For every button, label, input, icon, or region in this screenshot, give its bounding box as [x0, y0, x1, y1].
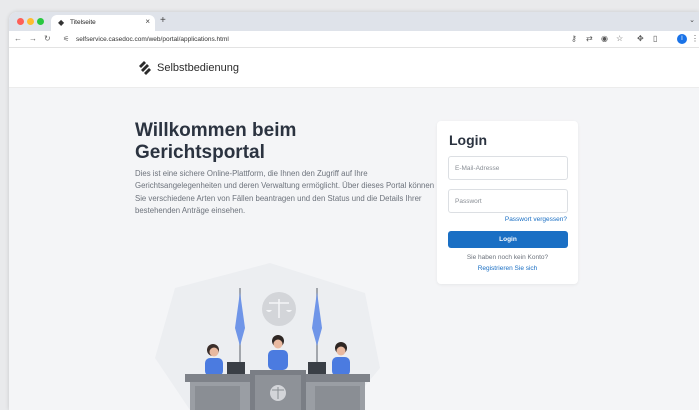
url-text[interactable]: selfservice.casedoc.com/web/portal/appli… [76, 35, 229, 44]
minimize-window-button[interactable] [27, 18, 34, 25]
sidebar-icon[interactable]: ▯ [653, 34, 657, 44]
reload-icon[interactable]: ↻ [44, 34, 51, 44]
site-header: Selbstbedienung [9, 48, 699, 88]
email-field[interactable] [448, 156, 568, 180]
forgot-password-link[interactable]: Passwort vergessen? [505, 216, 567, 224]
tab-titelseite[interactable]: ◆ Titelseite × [51, 15, 155, 31]
courtroom-illustration [155, 263, 380, 410]
page-title: Willkommen beim Gerichtsportal [135, 120, 297, 163]
password-field[interactable] [448, 189, 568, 213]
toolbar: ← → ↻ ⚟ selfservice.casedoc.com/web/port… [9, 31, 699, 48]
more-vert-icon[interactable]: ⋮ [691, 34, 699, 44]
register-link[interactable]: Registrieren Sie sich [437, 265, 578, 273]
scales-emblem [262, 292, 296, 326]
tab-title: Titelseite [70, 19, 96, 26]
eye-icon[interactable]: ◉ [601, 34, 608, 44]
avatar[interactable]: I [677, 34, 687, 44]
logo-icon: ◆ [58, 18, 65, 27]
close-tab-button[interactable]: × [145, 17, 150, 27]
star-icon[interactable]: ☆ [616, 34, 623, 44]
no-account-text: Sie haben noch kein Konto? [466, 254, 549, 261]
intro-text: Dies ist eine sichere Online-Plattform, … [135, 169, 435, 216]
laptop [308, 362, 326, 374]
arrow-right-icon[interactable]: → [29, 34, 37, 44]
address-bar[interactable]: ⚟ selfservice.casedoc.com/web/portal/app… [57, 33, 577, 46]
brand-logo-icon[interactable] [137, 60, 153, 76]
login-card: Login Passwort vergessen? Login Sie habe… [437, 121, 578, 284]
translate-icon[interactable]: ⇄ [586, 34, 593, 44]
login-title: Login [449, 132, 488, 148]
page: Selbstbedienung Willkommen beim Gerichts… [9, 48, 699, 410]
chevron-down-icon[interactable]: ⌄ [689, 16, 695, 24]
arrow-left-icon[interactable]: ← [14, 34, 22, 44]
key-icon[interactable]: ⚷ [571, 34, 577, 44]
maximize-window-button[interactable] [37, 18, 44, 25]
tune-icon[interactable]: ⚟ [63, 35, 69, 44]
judges-bench [185, 370, 370, 410]
tab-bar: ◆ Titelseite × + ⌄ [9, 12, 699, 31]
browser-window: ◆ Titelseite × + ⌄ ← → ↻ ⚟ selfservice.c… [9, 12, 699, 410]
laptop [227, 362, 245, 374]
puzzle-icon[interactable]: ✥ [637, 34, 644, 44]
brand-name[interactable]: Selbstbedienung [157, 62, 239, 75]
new-tab-button[interactable]: + [160, 15, 166, 27]
login-button[interactable]: Login [448, 231, 568, 248]
close-window-button[interactable] [17, 18, 24, 25]
